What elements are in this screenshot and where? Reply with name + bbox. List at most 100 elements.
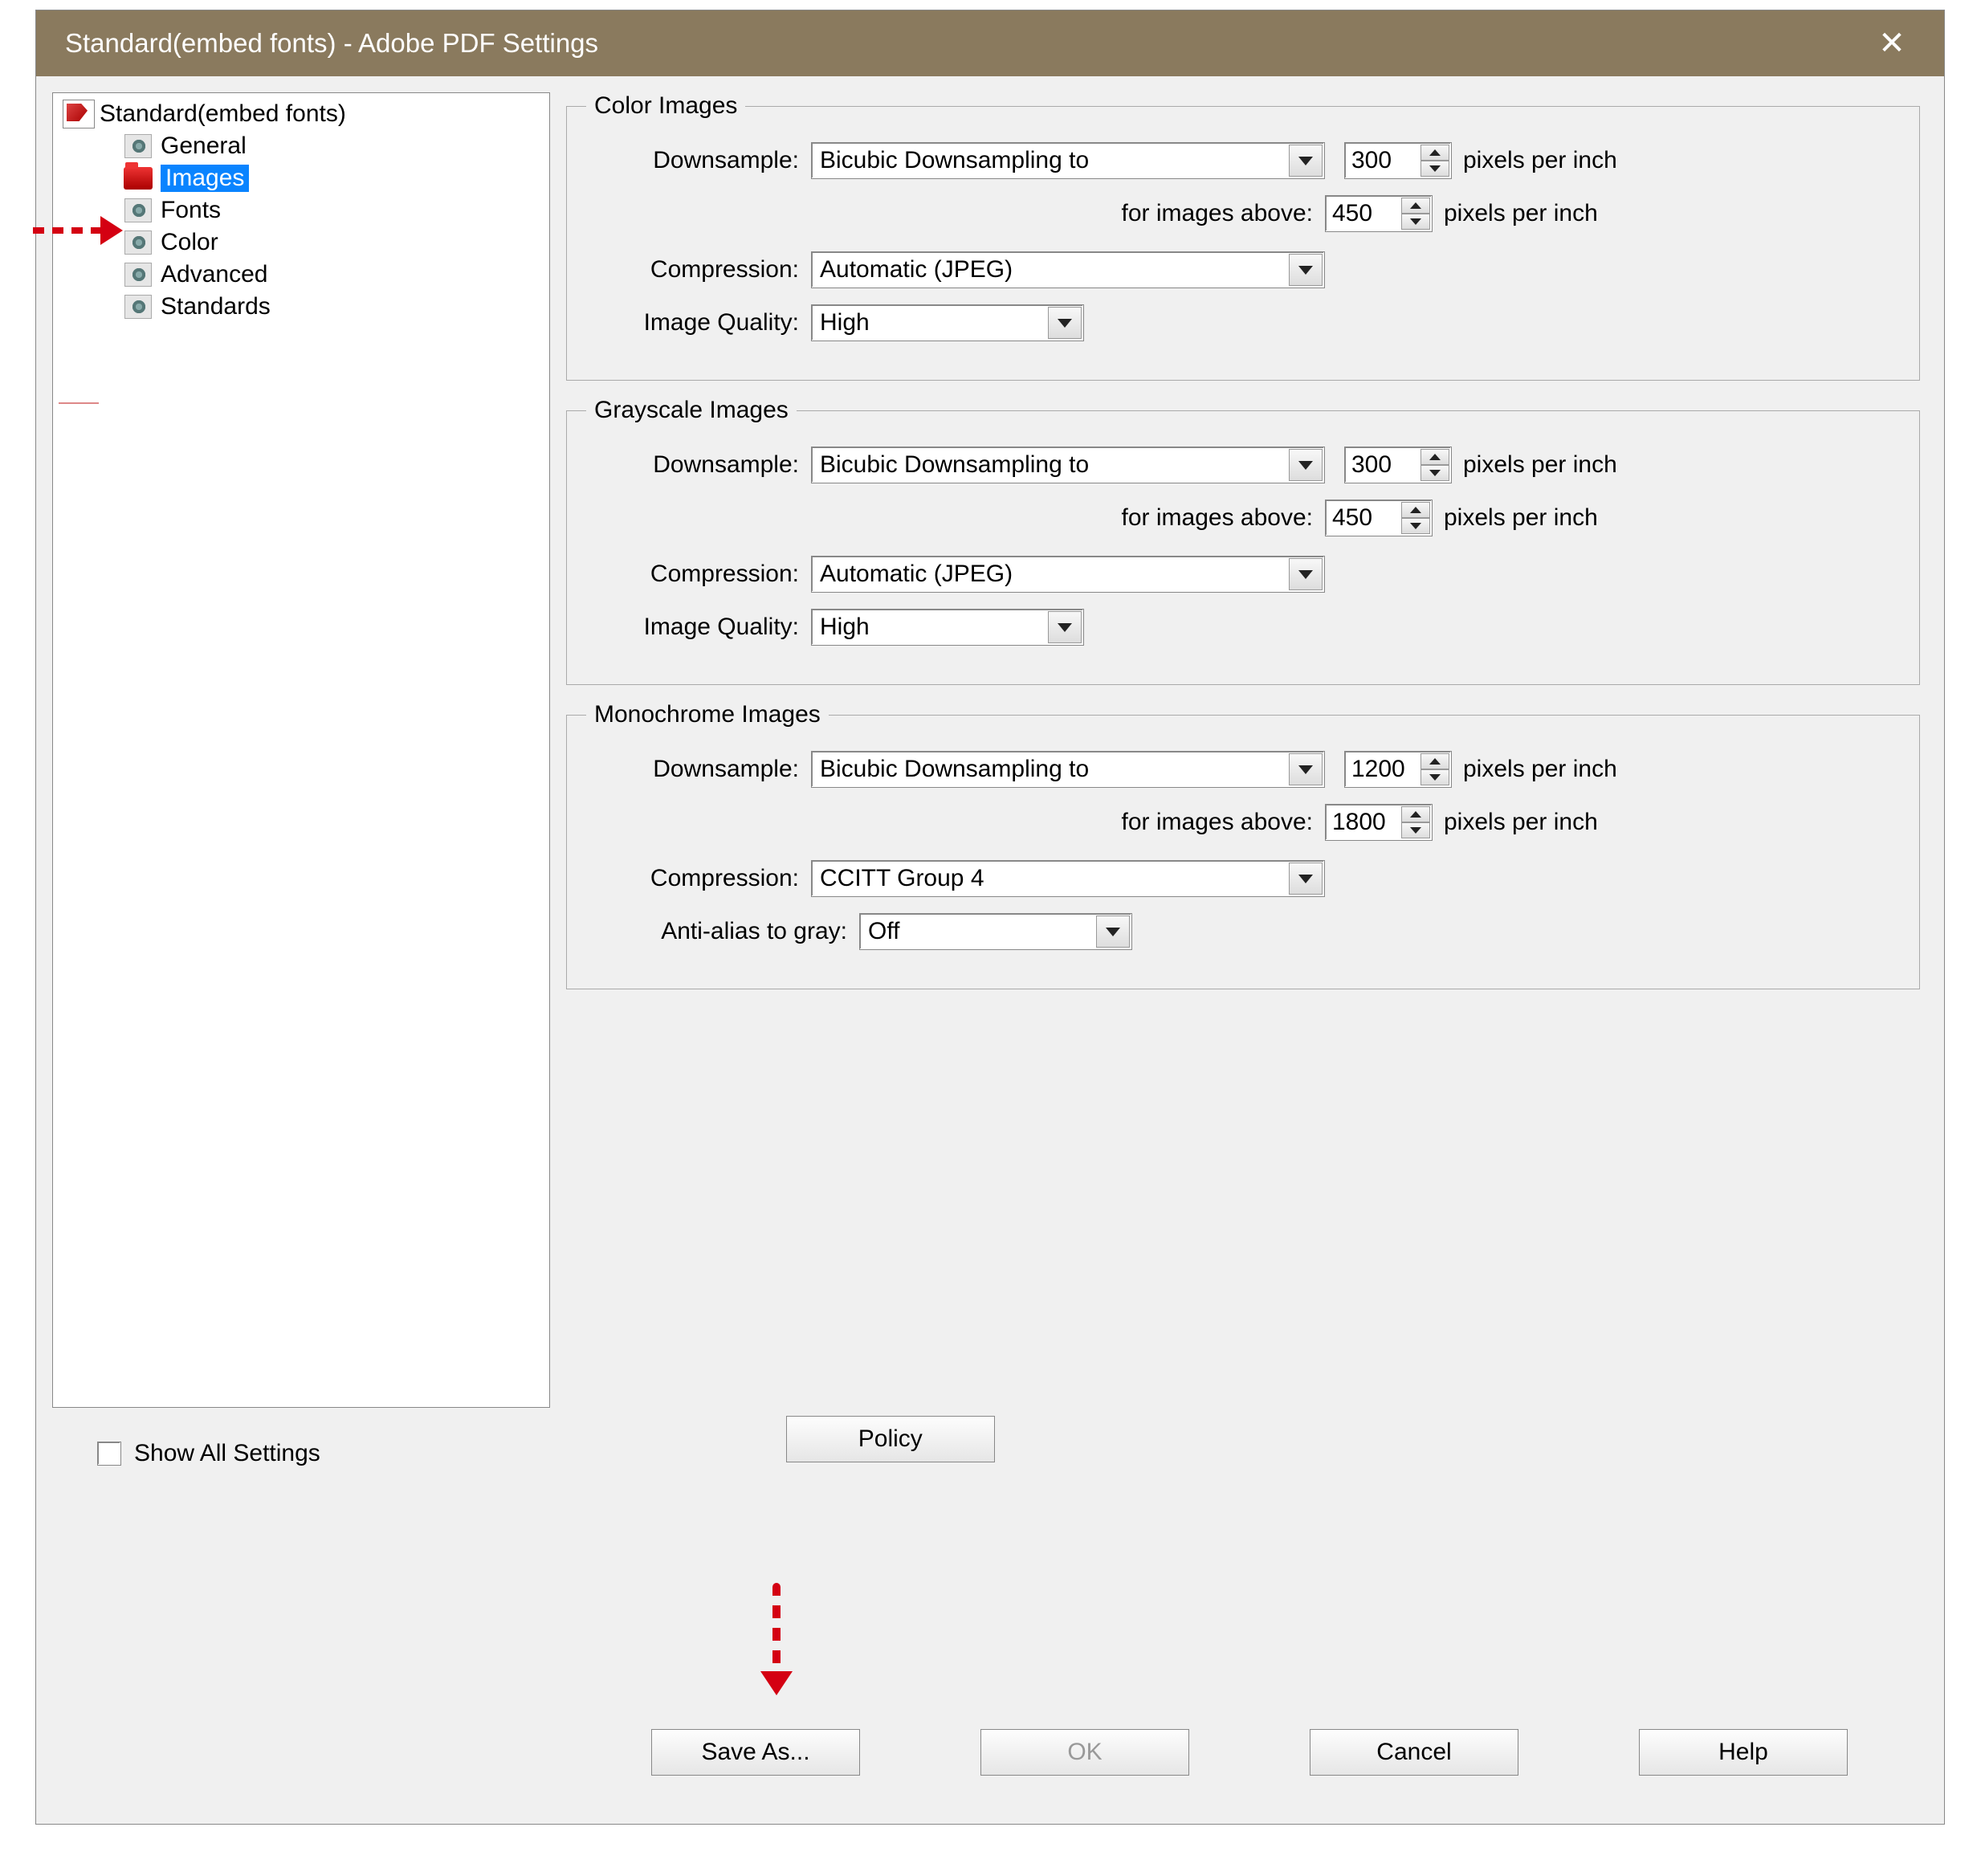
color-quality-combo[interactable]: High: [811, 304, 1084, 341]
spin-up-icon[interactable]: [1401, 806, 1430, 822]
dropdown-arrow-icon[interactable]: [1289, 145, 1323, 177]
settings-node-icon: [124, 198, 152, 222]
tree-root-label: Standard(embed fonts): [100, 100, 346, 128]
grayscale-above-input[interactable]: [1326, 500, 1396, 536]
mono-above-input[interactable]: [1326, 805, 1396, 840]
mono-above-spinner[interactable]: [1325, 804, 1433, 841]
tree-item-label: Fonts: [161, 197, 221, 224]
color-above-input[interactable]: [1326, 196, 1396, 231]
save-as-button[interactable]: Save As...: [651, 1729, 860, 1776]
color-dpi-spinner[interactable]: [1344, 142, 1452, 179]
save-as-label: Save As...: [701, 1739, 809, 1766]
dropdown-arrow-icon[interactable]: [1289, 863, 1323, 895]
ppi-label: pixels per inch: [1433, 200, 1598, 227]
spin-down-icon[interactable]: [1401, 822, 1430, 838]
antialias-label: Anti-alias to gray:: [586, 918, 859, 945]
ppi-label: pixels per inch: [1452, 451, 1617, 479]
dropdown-arrow-icon[interactable]: [1048, 307, 1082, 339]
grayscale-above-spinner[interactable]: [1325, 500, 1433, 536]
ok-label: OK: [1067, 1739, 1102, 1766]
ppi-label: pixels per inch: [1452, 147, 1617, 174]
spin-down-icon[interactable]: [1401, 214, 1430, 230]
compression-label: Compression:: [586, 561, 811, 588]
color-above-spinner[interactable]: [1325, 195, 1433, 232]
mono-dpi-spinner[interactable]: [1344, 751, 1452, 788]
tree-item-color[interactable]: Color: [117, 226, 544, 259]
color-dpi-input[interactable]: [1345, 143, 1416, 178]
quality-label: Image Quality:: [586, 614, 811, 641]
compression-label: Compression:: [586, 256, 811, 283]
tree-item-advanced[interactable]: Advanced: [117, 259, 544, 291]
dropdown-arrow-icon[interactable]: [1289, 449, 1323, 481]
tree-item-label: General: [161, 133, 247, 160]
spin-up-icon[interactable]: [1401, 502, 1430, 518]
above-label: for images above:: [586, 809, 1325, 836]
mono-downsample-combo[interactable]: Bicubic Downsampling to: [811, 751, 1325, 788]
annotation-arrow-saveas: [760, 1583, 793, 1719]
dropdown-arrow-icon[interactable]: [1096, 916, 1130, 948]
ppi-label: pixels per inch: [1433, 504, 1598, 532]
settings-node-icon: [124, 134, 152, 158]
combo-value: CCITT Group 4: [820, 865, 984, 892]
mono-compression-combo[interactable]: CCITT Group 4: [811, 860, 1325, 897]
spin-down-icon[interactable]: [1420, 465, 1449, 481]
spin-up-icon[interactable]: [1420, 449, 1449, 465]
close-icon[interactable]: ✕: [1864, 25, 1920, 62]
spin-down-icon[interactable]: [1420, 769, 1449, 785]
dropdown-arrow-icon[interactable]: [1048, 611, 1082, 643]
mono-dpi-input[interactable]: [1345, 752, 1416, 787]
images-settings-panel: Color Images Downsample: Bicubic Downsam…: [558, 92, 1928, 1408]
downsample-label: Downsample:: [586, 147, 811, 174]
help-button[interactable]: Help: [1639, 1729, 1848, 1776]
dropdown-arrow-icon[interactable]: [1289, 558, 1323, 590]
above-label: for images above:: [586, 200, 1325, 227]
quality-label: Image Quality:: [586, 309, 811, 336]
combo-value: Bicubic Downsampling to: [820, 147, 1089, 174]
spin-up-icon[interactable]: [1401, 198, 1430, 214]
settings-node-icon: [124, 295, 152, 319]
grayscale-compression-combo[interactable]: Automatic (JPEG): [811, 556, 1325, 593]
tree-item-label: Images: [161, 165, 249, 192]
combo-value: Bicubic Downsampling to: [820, 451, 1089, 479]
open-folder-icon: [124, 167, 153, 190]
spin-down-icon[interactable]: [1420, 161, 1449, 177]
cancel-button[interactable]: Cancel: [1310, 1729, 1518, 1776]
group-legend: Color Images: [586, 92, 745, 120]
tree-item-fonts[interactable]: Fonts: [117, 194, 544, 226]
mono-antialias-combo[interactable]: Off: [859, 913, 1132, 950]
help-label: Help: [1718, 1739, 1768, 1766]
policy-button[interactable]: Policy: [786, 1416, 995, 1462]
compression-label: Compression:: [586, 865, 811, 892]
pdf-preset-icon: [63, 100, 95, 128]
spin-up-icon[interactable]: [1420, 145, 1449, 161]
settings-node-icon: [124, 263, 152, 287]
combo-value: Off: [868, 918, 899, 945]
color-compression-combo[interactable]: Automatic (JPEG): [811, 251, 1325, 288]
grayscale-dpi-input[interactable]: [1345, 447, 1416, 483]
cancel-label: Cancel: [1376, 1739, 1451, 1766]
ok-button[interactable]: OK: [980, 1729, 1189, 1776]
tree-item-images[interactable]: Images: [117, 162, 544, 194]
grayscale-images-group: Grayscale Images Downsample: Bicubic Dow…: [566, 397, 1920, 685]
tree-root[interactable]: Standard(embed fonts): [58, 98, 544, 130]
checkbox-icon[interactable]: [97, 1442, 121, 1466]
tree-item-standards[interactable]: Standards: [117, 291, 544, 323]
tree-item-general[interactable]: General: [117, 130, 544, 162]
grayscale-downsample-combo[interactable]: Bicubic Downsampling to: [811, 447, 1325, 483]
spin-down-icon[interactable]: [1401, 518, 1430, 534]
color-downsample-combo[interactable]: Bicubic Downsampling to: [811, 142, 1325, 179]
titlebar: Standard(embed fonts) - Adobe PDF Settin…: [36, 10, 1944, 76]
color-images-group: Color Images Downsample: Bicubic Downsam…: [566, 92, 1920, 381]
spin-up-icon[interactable]: [1420, 753, 1449, 769]
ppi-label: pixels per inch: [1433, 809, 1598, 836]
combo-value: Bicubic Downsampling to: [820, 756, 1089, 783]
above-label: for images above:: [586, 504, 1325, 532]
dropdown-arrow-icon[interactable]: [1289, 254, 1323, 286]
combo-value: High: [820, 309, 870, 336]
show-all-settings-checkbox[interactable]: Show All Settings: [97, 1440, 320, 1467]
dropdown-arrow-icon[interactable]: [1289, 753, 1323, 785]
show-all-label: Show All Settings: [134, 1440, 320, 1467]
grayscale-dpi-spinner[interactable]: [1344, 447, 1452, 483]
downsample-label: Downsample:: [586, 451, 811, 479]
grayscale-quality-combo[interactable]: High: [811, 609, 1084, 646]
